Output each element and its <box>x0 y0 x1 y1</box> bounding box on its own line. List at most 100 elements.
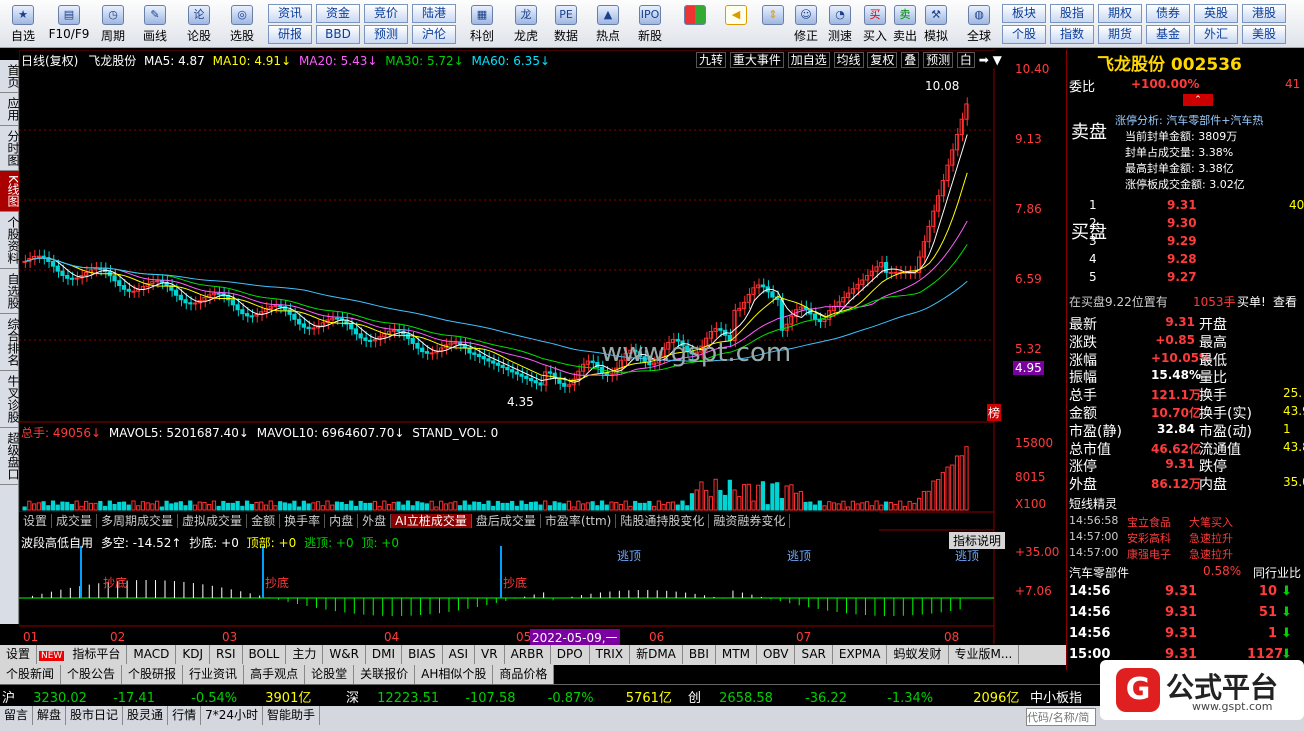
status-gulingtong[interactable]: 股灵通 <box>123 706 169 725</box>
subtab-margin[interactable]: 融资融券变化 <box>709 514 791 528</box>
btn-jijin[interactable]: 基金 <box>1146 25 1190 44</box>
lefttab-diagnose[interactable]: 牛叉诊股 <box>0 371 20 428</box>
toolbar-zixuan-button[interactable]: ★ 自选 <box>4 3 42 45</box>
btn-guzhi[interactable]: 股指 <box>1050 4 1094 23</box>
ind-pro[interactable]: 专业版M... <box>948 645 1020 664</box>
toolbar-back-button[interactable]: ◀ <box>718 3 754 45</box>
add-watch-button[interactable]: 加自选 <box>787 52 830 68</box>
view-link[interactable]: 查看 <box>1273 293 1297 310</box>
ind-mayi[interactable]: 蚂蚁发财 <box>887 645 949 664</box>
news-lungutang[interactable]: 论股堂 <box>305 665 355 684</box>
btn-qihuo[interactable]: 期货 <box>1098 25 1142 44</box>
toolbar-longhu-button[interactable]: 龙龙虎 <box>506 3 546 45</box>
subtab-volume[interactable]: 成交量 <box>52 514 98 528</box>
subtab-amount[interactable]: 金额 <box>247 514 281 528</box>
toolbar-sim-button[interactable]: ⚒ 模拟 <box>920 3 952 45</box>
btn-waihui[interactable]: 外汇 <box>1194 25 1238 44</box>
news-stock[interactable]: 个股新闻 <box>0 665 62 684</box>
ind-vr[interactable]: VR <box>475 645 505 664</box>
ind-wr[interactable]: W&R <box>323 645 366 664</box>
toolbar-speed-button[interactable]: ◔ 测速 <box>822 3 858 45</box>
overlay-button[interactable]: 叠 <box>901 52 920 68</box>
ind-boll[interactable]: BOLL <box>242 645 287 664</box>
index-sz[interactable]: 深 12223.51 -107.58 -0.87% 5761亿 <box>346 687 672 706</box>
toolbar-period-button[interactable]: ◷ 周期 <box>94 3 132 45</box>
toolbar-data-button[interactable]: PE 数据 <box>546 3 586 45</box>
subtab-outer[interactable]: 外盘 <box>358 514 392 528</box>
ind-mtm[interactable]: MTM <box>715 645 757 664</box>
ind-trix[interactable]: TRIX <box>589 645 631 664</box>
lefttab-kline[interactable]: K线图 <box>0 171 20 212</box>
sector-compare-link[interactable]: 同行业比 <box>1253 564 1301 581</box>
ind-expma[interactable]: EXPMA <box>832 645 888 664</box>
btn-bankuai[interactable]: 板块 <box>1002 4 1046 23</box>
code-search-input[interactable] <box>1026 708 1096 726</box>
kline-svg[interactable] <box>19 50 1066 644</box>
ind-newdma[interactable]: 新DMA <box>630 645 683 664</box>
ind-asi[interactable]: ASI <box>442 645 476 664</box>
news-ah[interactable]: AH相似个股 <box>415 665 494 684</box>
btn-lugang[interactable]: 陆港 <box>412 4 456 23</box>
news-industry[interactable]: 行业资讯 <box>183 665 245 684</box>
toolbar-newstock-button[interactable]: IPO 新股 <box>630 3 670 45</box>
short-stock[interactable]: 宝立食品 <box>1127 514 1171 530</box>
dropdown-icon[interactable]: ▼ <box>993 53 1002 67</box>
subtab-after-volume[interactable]: 盘后成交量 <box>471 514 541 528</box>
lefttab-minute[interactable]: 分时图 <box>0 126 20 171</box>
toolbar-grid-button[interactable] <box>680 3 710 45</box>
index-zxb[interactable]: 中小板指 <box>1030 687 1082 706</box>
toolbar-kechuang-button[interactable]: ▦ 科创 <box>462 3 502 45</box>
fuquan-button[interactable]: 复权 <box>867 52 898 68</box>
btn-ganggu[interactable]: 港股 <box>1242 4 1286 23</box>
subtab-multi-volume[interactable]: 多周期成交量 <box>97 514 179 528</box>
btn-zhishu[interactable]: 指数 <box>1050 25 1094 44</box>
index-sh[interactable]: 沪 3230.02 -17.41 -0.54% 3901亿 <box>2 687 311 706</box>
short-stock[interactable]: 安彩高科 <box>1127 530 1171 546</box>
subtab-lugutong[interactable]: 陆股通持股变化 <box>616 514 710 528</box>
ind-sar[interactable]: SAR <box>795 645 833 664</box>
ind-bias[interactable]: BIAS <box>402 645 443 664</box>
subtab-turnover[interactable]: 换手率 <box>280 514 326 528</box>
index-cy[interactable]: 创 2658.58 -36.22 -1.34% 2096亿 <box>688 687 1019 706</box>
subtab-ai-volume[interactable]: AI立桩成交量 <box>391 514 472 528</box>
status-diary[interactable]: 股市日记 <box>66 706 124 725</box>
ind-settings[interactable]: 设置 <box>0 645 38 664</box>
forecast-button[interactable]: 预测 <box>923 52 954 68</box>
lefttab-superdisk[interactable]: 超级盘口 <box>0 428 20 485</box>
btn-zhaiquan[interactable]: 债券 <box>1146 4 1190 23</box>
ind-bbi[interactable]: BBI <box>682 645 716 664</box>
news-report[interactable]: 个股研报 <box>122 665 184 684</box>
news-commodity[interactable]: 商品价格 <box>493 665 555 684</box>
toolbar-updown-button[interactable]: ⇕ <box>758 3 788 45</box>
white-button[interactable]: 白 <box>956 52 975 68</box>
subtab-pe-ttm[interactable]: 市盈率(ttm) <box>540 514 617 528</box>
sector-name[interactable]: 汽车零部件 <box>1069 564 1129 581</box>
btn-yinggu[interactable]: 英股 <box>1194 4 1238 23</box>
subtab-settings[interactable]: 设置 <box>19 514 53 528</box>
btn-zijin[interactable]: 资金 <box>316 4 360 23</box>
status-assistant[interactable]: 智能助手 <box>263 706 320 725</box>
ind-rsi[interactable]: RSI <box>210 645 243 664</box>
lefttab-watchlist[interactable]: 自选股 <box>0 269 20 314</box>
toolbar-xuangu-button[interactable]: ◎ 选股 <box>222 3 262 45</box>
toolbar-fix-button[interactable]: ☺ 修正 <box>788 3 824 45</box>
toolbar-hot-button[interactable]: ▲ 热点 <box>588 3 628 45</box>
lefttab-app[interactable]: 应用 <box>0 93 20 126</box>
bang-badge[interactable]: 榜 <box>987 404 1002 421</box>
ind-kdj[interactable]: KDJ <box>176 645 210 664</box>
lefttab-ranking[interactable]: 综合排名 <box>0 314 20 371</box>
ind-arbr[interactable]: ARBR <box>504 645 551 664</box>
subtab-inner[interactable]: 内盘 <box>325 514 359 528</box>
ind-zhuli[interactable]: 主力 <box>286 645 324 664</box>
btn-yuce[interactable]: 预测 <box>364 25 408 44</box>
collapse-up-icon[interactable]: ⌃ <box>1183 94 1213 106</box>
btn-jingjia[interactable]: 竞价 <box>364 4 408 23</box>
btn-meigu[interactable]: 美股 <box>1242 25 1286 44</box>
status-hangqing[interactable]: 行情 <box>168 706 202 725</box>
btn-gegu[interactable]: 个股 <box>1002 25 1046 44</box>
toolbar-f10-button[interactable]: ▤ F10/F9 <box>46 3 92 45</box>
news-related[interactable]: 关联报价 <box>354 665 416 684</box>
ind-macd[interactable]: MACD <box>127 645 177 664</box>
ind-dmi[interactable]: DMI <box>365 645 403 664</box>
btn-zixun[interactable]: 资讯 <box>268 4 312 23</box>
